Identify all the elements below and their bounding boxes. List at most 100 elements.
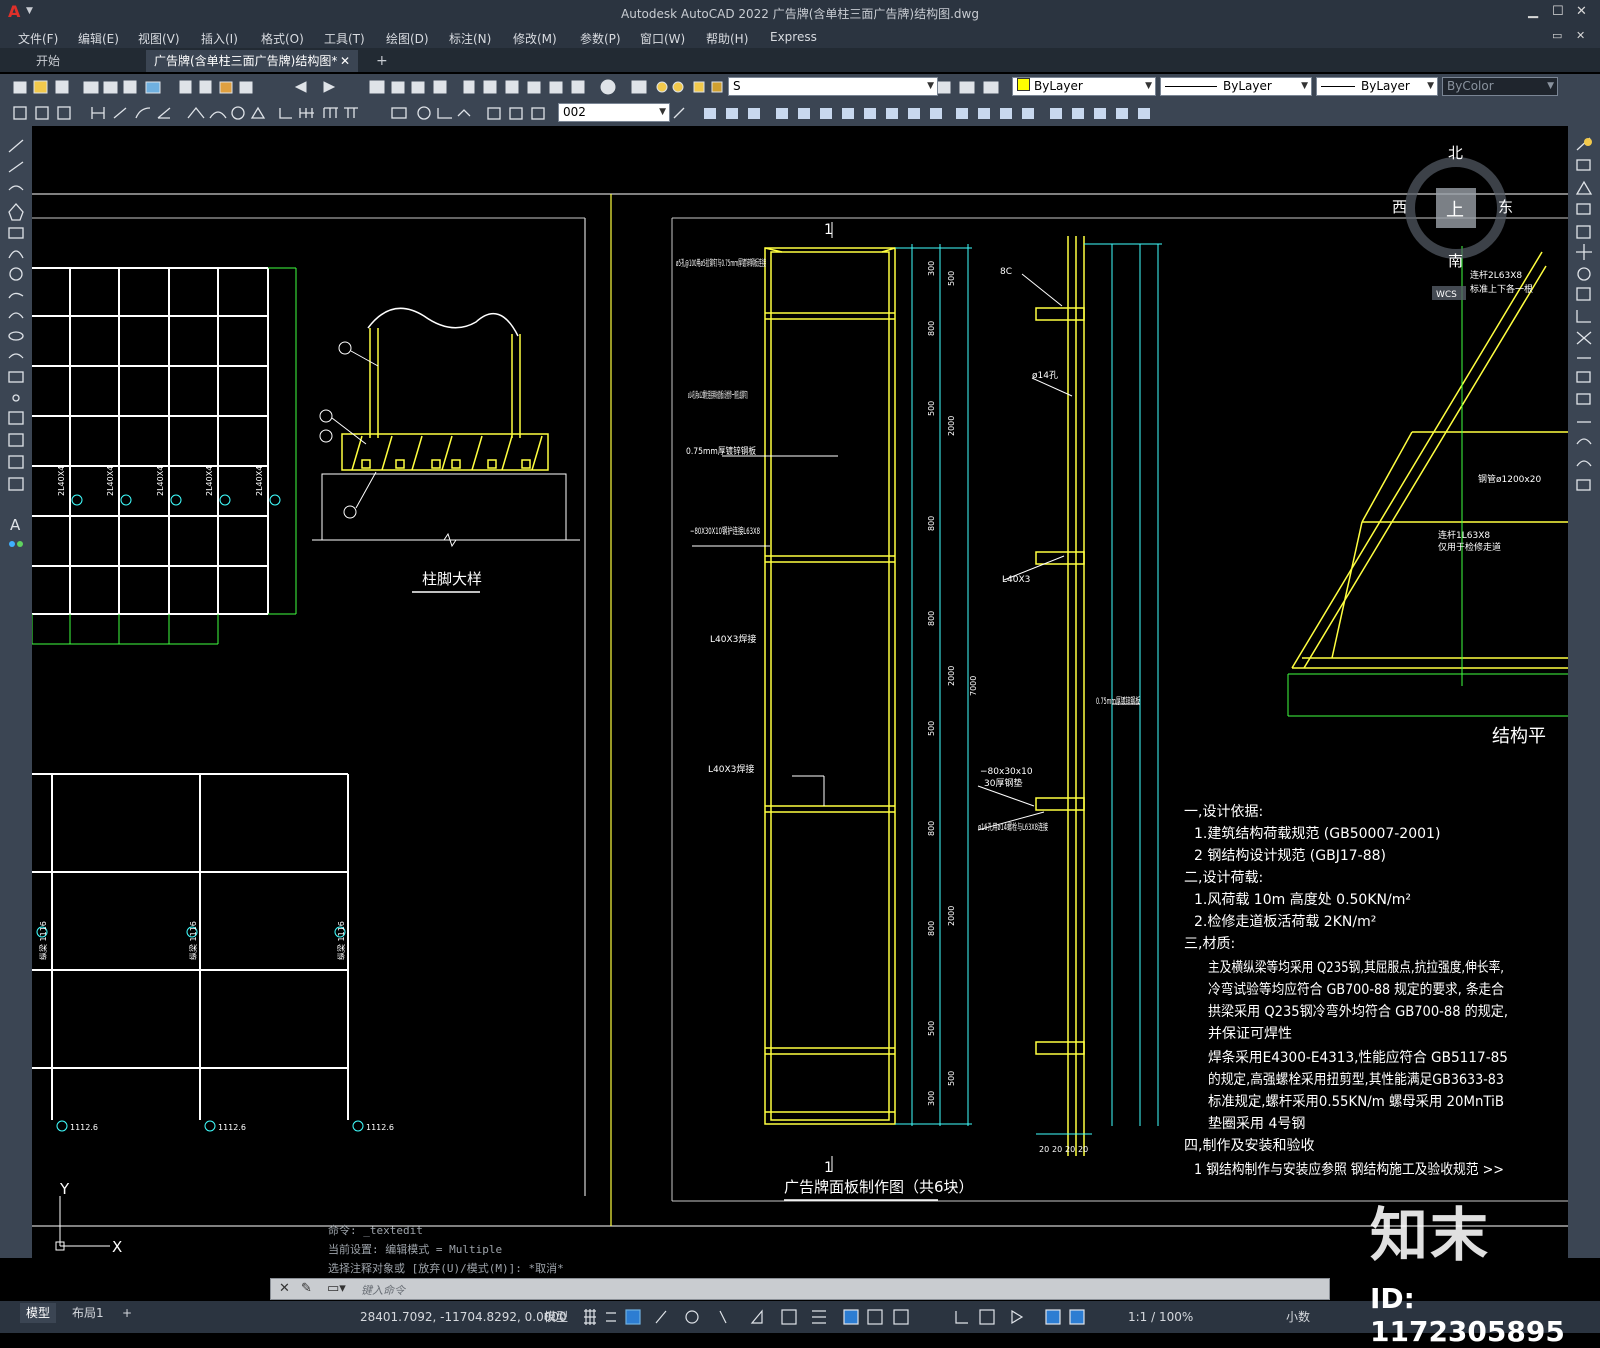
command-line[interactable]: ✕ ✎ ▭▾ 键入命令 [270, 1278, 1330, 1300]
toolbar-icons-row2[interactable] [0, 100, 1600, 126]
maximize-icon[interactable]: ☐ [1552, 4, 1564, 19]
dim-right-4: 2000 [947, 906, 956, 926]
panel-elevation: 300 800 500 800 800 500 800 800 500 300 … [676, 222, 978, 1201]
tab-document-label: 广告牌(含单柱三面广告牌)结构图* [154, 54, 338, 68]
close-icon[interactable]: ✕ [1576, 4, 1587, 19]
modify-toolbar [1568, 126, 1600, 1258]
grid-label-4: 2L40X4 [205, 466, 214, 496]
tab-layout1[interactable]: 布局1 [66, 1303, 110, 1323]
menu-help[interactable]: 帮助(H) [706, 30, 748, 47]
linetype-sample-icon [1165, 86, 1217, 87]
note-6: 2.检修走道板活荷载 2KN/m² [1194, 914, 1376, 930]
viewcube-west: 西 [1392, 198, 1407, 216]
command-customize-icon[interactable]: ✎ [301, 1281, 312, 1296]
dim-left-7: 800 [927, 821, 936, 836]
tab-document[interactable]: 广告牌(含单柱三面广告牌)结构图* ✕ [146, 50, 358, 72]
grid-label-3: 2L40X4 [156, 466, 165, 496]
panel-title: 广告牌面板制作图（共6块） [784, 1178, 974, 1196]
command-close-icon[interactable]: ✕ [279, 1281, 290, 1296]
grid-label-1: 2L40X4 [57, 466, 66, 496]
model-space-button[interactable]: 模型 [538, 1307, 574, 1327]
dim-right-5: 500 [947, 1071, 956, 1086]
side-annotation-4: 0.75mm厚镀锌钢板 [1096, 695, 1140, 707]
side-section: 8C ø14孔 L40X3 0.75mm厚镀锌钢板 −80x30x10 30厚钢… [977, 236, 1162, 1156]
grid-label-2: 2L40X4 [106, 466, 115, 496]
dim-bottom-1: 20 [1039, 1145, 1049, 1154]
note-5: 1.风荷载 10m 高度处 0.50KN/m² [1194, 891, 1411, 908]
menu-parametric[interactable]: 参数(P) [580, 30, 621, 47]
new-tab-button[interactable]: + [368, 50, 392, 72]
menu-window[interactable]: 窗口(W) [640, 30, 685, 47]
ucs-icon [55, 1196, 110, 1251]
menu-dimension[interactable]: 标注(N) [449, 30, 491, 47]
note-3: 2 钢结构设计规范 (GBJ17-88) [1194, 847, 1386, 864]
dim-bottom-4: 20 [1078, 1145, 1088, 1154]
layer-dropdown[interactable]: S ▼ [728, 77, 938, 96]
note-2: 1.建筑结构荷载规范 (GB50007-2001) [1194, 825, 1440, 842]
design-notes: 一,设计依据: 1.建筑结构荷载规范 (GB50007-2001) 2 钢结构设… [1184, 804, 1508, 1178]
command-prompt-icon[interactable]: ▭▾ [327, 1281, 346, 1296]
doc-close-icon[interactable]: ✕ [1576, 29, 1585, 42]
plotstyle-dropdown[interactable]: ByColor ▼ [1442, 77, 1558, 96]
section-mark-top: 1 [824, 222, 833, 238]
menu-tools[interactable]: 工具(T) [324, 30, 365, 47]
color-swatch-icon [1017, 78, 1030, 91]
modify-tool-icons[interactable] [1568, 126, 1600, 526]
side-annotation-7: ø16孔用ø14螺栓与L63X8连接 [978, 821, 1048, 833]
menu-insert[interactable]: 插入(I) [201, 30, 238, 47]
menu-express[interactable]: Express [770, 30, 817, 44]
color-value: ByLayer [1034, 79, 1083, 93]
menu-format[interactable]: 格式(O) [261, 30, 304, 47]
side-annotation-5: −80x30x10 [980, 767, 1033, 777]
minimize-icon[interactable]: ▁ [1528, 4, 1538, 19]
menu-file[interactable]: 文件(F) [18, 30, 58, 47]
dimstyle-dropdown[interactable]: 002 ▼ [558, 103, 670, 122]
menu-view[interactable]: 视图(V) [138, 30, 180, 47]
menu-draw[interactable]: 绘图(D) [386, 30, 429, 47]
side-annotation-6: 30厚钢垫 [984, 777, 1022, 789]
dimstyle-value: 002 [563, 105, 586, 119]
dim-left-6: 500 [927, 721, 936, 736]
note-11: 并保证可焊性 [1208, 1026, 1292, 1042]
panel-annotation-2: ø14孔用ø12螺栓连接两块面板(设检修一侧孔或铆钉) [688, 389, 748, 401]
menu-edit[interactable]: 编辑(E) [78, 30, 119, 47]
column-foot-detail: 柱脚大样 [312, 307, 580, 593]
menu-bar: 文件(F) 编辑(E) 视图(V) 插入(I) 格式(O) 工具(T) 绘图(D… [0, 26, 1600, 48]
units-selector[interactable]: 小数 [1280, 1307, 1316, 1327]
beam-label-3: 纵梁 1116 [337, 921, 346, 960]
note-13: 的规定,高强螺栓采用扭剪型,其性能满足GB3633-83 [1208, 1071, 1504, 1088]
dim-right-1: 500 [947, 271, 956, 286]
annotation-scale[interactable]: 1:1 / 100% [1122, 1307, 1199, 1327]
dim-left-8: 800 [927, 921, 936, 936]
dim-total: 7000 [969, 676, 978, 696]
tab-model[interactable]: 模型 [20, 1303, 57, 1323]
roof-grid [32, 267, 269, 615]
draw-tool-icons[interactable]: A [0, 126, 32, 566]
add-layout-icon[interactable]: + [116, 1303, 138, 1323]
menu-modify[interactable]: 修改(M) [513, 30, 557, 47]
grid-label-5: 2L40X4 [255, 466, 264, 496]
tab-start-label: 开始 [36, 54, 61, 68]
lineweight-dropdown[interactable]: ByLayer ▼ [1316, 77, 1438, 96]
command-input[interactable]: 键入命令 [361, 1282, 405, 1298]
linetype-dropdown[interactable]: ByLayer ▼ [1160, 77, 1312, 96]
cad-drawing[interactable]: 2L40X4 2L40X4 2L40X4 2L40X4 2L40X4 柱脚大样 … [32, 126, 1568, 1258]
dim-left-2: 800 [927, 321, 936, 336]
viewcube-north: 北 [1448, 144, 1463, 162]
panel-annotation-3: 0.75mm厚镀锌钢板 [686, 445, 756, 457]
tab-close-icon[interactable]: ✕ [340, 50, 350, 72]
color-dropdown[interactable]: ByLayer ▼ [1012, 77, 1156, 96]
command-history-line-3: 选择注释对象或 [放弃(U)/模式(M)]: *取消* [328, 1262, 564, 1275]
drawing-canvas[interactable]: 2L40X4 2L40X4 2L40X4 2L40X4 2L40X4 柱脚大样 … [32, 126, 1568, 1258]
doc-restore-icon[interactable]: ▭ [1552, 29, 1562, 42]
plan-annotation-1: 连杆2L63X8 [1470, 269, 1522, 281]
dim-right-3: 2000 [947, 666, 956, 686]
side-annotation-2: ø14孔 [1032, 370, 1058, 381]
tab-start[interactable]: 开始 [28, 50, 144, 72]
panel-annotation-6: L40X3焊接 [708, 763, 754, 775]
svg-text:A: A [10, 516, 21, 534]
bottom-label-3: 1112.6 [366, 1123, 394, 1132]
side-annotation-1: 8C [1000, 267, 1012, 277]
dim-left-9: 500 [927, 1021, 936, 1036]
note-9: 冷弯试验等均应符合 GB700-88 规定的要求, 条走合 [1208, 981, 1504, 998]
